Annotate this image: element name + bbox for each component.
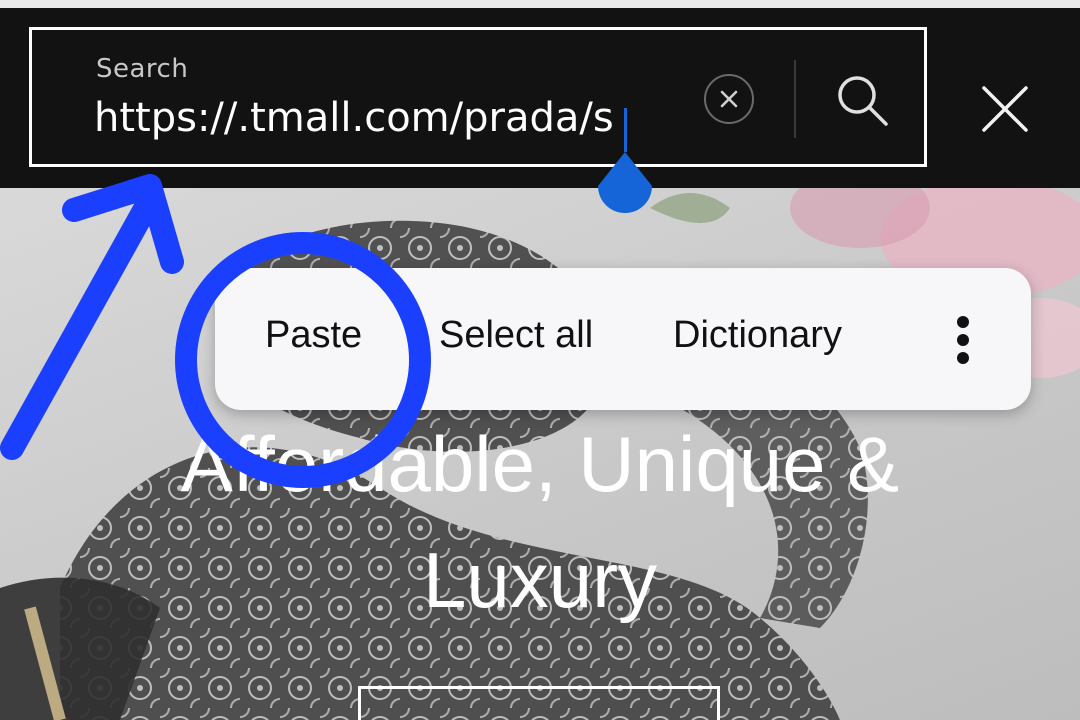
text-cursor xyxy=(624,108,627,152)
search-bar: Search xyxy=(0,8,1080,188)
menu-item-paste[interactable]: Paste xyxy=(265,314,362,357)
close-icon[interactable] xyxy=(970,74,1040,144)
hero-shop-button[interactable] xyxy=(358,686,720,720)
clear-icon[interactable] xyxy=(704,74,754,124)
hero-title-line2: Luxury xyxy=(422,536,658,624)
menu-item-select-all[interactable]: Select all xyxy=(439,314,593,357)
hero-title-line1: Affordable, Unique & xyxy=(180,420,900,508)
context-menu: Paste Select all Dictionary xyxy=(215,268,1031,410)
search-divider xyxy=(794,60,796,138)
search-box[interactable]: Search xyxy=(29,27,927,167)
more-vertical-icon[interactable] xyxy=(949,314,977,366)
hero-title: Affordable, Unique & Luxury xyxy=(0,406,1080,638)
status-strip xyxy=(0,0,1080,8)
clear-x-icon xyxy=(720,90,738,108)
search-icon[interactable] xyxy=(832,70,894,132)
text-selection-handle-icon[interactable] xyxy=(596,150,654,218)
search-label: Search xyxy=(96,54,189,84)
search-input[interactable] xyxy=(94,88,642,148)
menu-item-dictionary[interactable]: Dictionary xyxy=(673,314,842,357)
